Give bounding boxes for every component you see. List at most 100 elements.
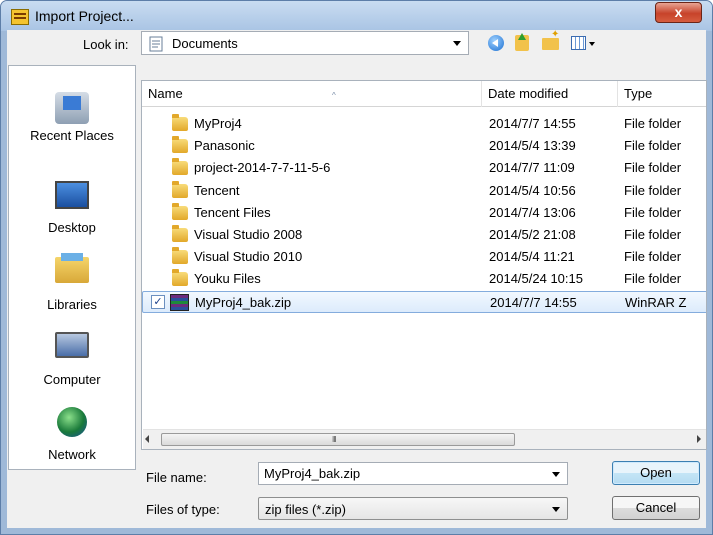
column-header-type[interactable]: Type [618, 81, 706, 107]
sort-ascending-icon: ^ [332, 91, 336, 100]
place-label: Libraries [47, 297, 97, 312]
file-row[interactable]: Panasonic 2014/5/4 13:39 File folder [142, 135, 706, 157]
file-row[interactable]: Youku Files 2014/5/24 10:15 File folder [142, 268, 706, 290]
file-type-cell: File folder [624, 271, 682, 287]
desktop-icon [55, 181, 89, 209]
place-computer[interactable]: Computer [9, 318, 135, 388]
computer-icon [55, 332, 89, 358]
horizontal-scrollbar[interactable]: III [143, 429, 706, 449]
libraries-icon [55, 253, 89, 283]
file-date-cell: 2014/5/4 13:39 [489, 138, 576, 154]
file-type-cell: File folder [624, 116, 682, 131]
view-menu-button[interactable] [570, 33, 596, 53]
folder-icon [172, 114, 188, 131]
up-folder-button[interactable] [512, 33, 532, 53]
file-row[interactable]: Visual Studio 2008 2014/5/2 21:08 File fol… [142, 224, 706, 246]
chevron-down-icon[interactable] [552, 507, 560, 512]
new-folder-icon [542, 29, 559, 50]
file-type-cell: File folder [624, 182, 682, 198]
column-header-name[interactable]: Name ^ [142, 81, 482, 107]
column-header-row: Name ^ Date modified Type [142, 81, 706, 107]
file-date-cell: 2014/7/7 14:55 [489, 116, 576, 131]
folder-icon [172, 247, 188, 265]
chevron-down-icon[interactable] [453, 41, 461, 46]
file-date-cell: 2014/5/4 11:21 [489, 249, 575, 265]
new-folder-button[interactable] [540, 29, 560, 53]
up-folder-icon [515, 33, 529, 51]
place-label: Desktop [48, 220, 96, 235]
title-bar[interactable]: Import Project... x [1, 1, 712, 31]
folder-icon [172, 136, 188, 154]
file-date-cell: 2014/5/2 21:08 [489, 227, 576, 242]
file-date-cell: 2014/7/7 11:09 [489, 160, 575, 176]
file-type-cell: WinRAR Z [625, 294, 687, 310]
file-name-combo[interactable] [258, 462, 568, 485]
file-type-cell: File folder [624, 160, 682, 176]
chevron-down-icon[interactable] [552, 472, 560, 477]
view-menu-icon [571, 36, 586, 50]
file-row[interactable]: Visual Studio 2010 2014/5/4 11:21 File fol… [142, 246, 706, 268]
folder-icon [172, 158, 188, 176]
place-recent-places[interactable]: Recent Places [9, 78, 135, 148]
folder-icon [172, 202, 188, 220]
place-network[interactable]: Network [9, 393, 135, 463]
documents-icon [149, 36, 163, 52]
file-row[interactable]: Tencent Files 2014/7/4 13:06 File folder [142, 202, 706, 224]
places-bar: Recent Places Desktop Libraries Computer… [8, 65, 136, 470]
folder-icon [172, 180, 188, 198]
file-name-cell: MyProj4 [194, 116, 242, 131]
scroll-left-icon[interactable] [145, 435, 149, 443]
chevron-down-icon [589, 42, 595, 46]
file-name-cell: MyProj4_bak.zip [195, 294, 292, 310]
back-icon [488, 35, 504, 51]
file-name-cell: Tencent [194, 182, 240, 198]
file-date-cell: 2014/5/24 10:15 [489, 271, 583, 287]
folder-icon [172, 269, 188, 287]
back-button[interactable] [486, 33, 506, 53]
file-type-label: Files of type: [146, 502, 220, 517]
look-in-label: Look in: [83, 37, 129, 52]
file-name-input[interactable] [259, 463, 539, 484]
file-row[interactable]: Tencent 2014/5/4 10:56 File folder [142, 180, 706, 202]
file-name-label: File name: [146, 470, 207, 485]
place-libraries[interactable]: Libraries [9, 241, 135, 312]
file-type-cell: File folder [624, 227, 682, 242]
window-title: Import Project... [35, 8, 134, 24]
file-name-cell: project-2014-7-7-11-5-6 [194, 160, 331, 176]
cancel-button[interactable]: Cancel [612, 496, 700, 520]
file-name-cell: Visual Studio 2008 [194, 227, 303, 242]
file-name-cell: Panasonic [194, 138, 255, 154]
file-type-cell: File folder [624, 138, 682, 154]
file-type-dropdown[interactable]: zip files (*.zip) [258, 497, 568, 520]
close-button[interactable]: x [655, 2, 702, 23]
file-type-cell: File folder [624, 249, 682, 265]
folder-icon [172, 225, 188, 242]
item-checkbox[interactable]: ✓ [151, 294, 165, 309]
network-icon [57, 407, 87, 437]
look-in-value: Documents [172, 36, 238, 51]
file-row[interactable]: ✓ MyProj4_bak.zip 2014/7/7 14:55 WinRAR Z [142, 290, 706, 313]
column-header-date[interactable]: Date modified [482, 81, 618, 107]
file-row[interactable]: project-2014-7-7-11-5-6 2014/7/7 11:09 Fil… [142, 157, 706, 179]
file-name-cell: Youku Files [194, 271, 261, 287]
place-label: Computer [43, 372, 101, 387]
file-date-cell: 2014/7/4 13:06 [489, 204, 576, 220]
place-label: Network [48, 447, 96, 462]
grip-icon: III [332, 435, 337, 444]
look-in-dropdown[interactable]: Documents [141, 31, 469, 55]
file-date-cell: 2014/7/7 14:55 [490, 294, 577, 310]
place-label: Recent Places [30, 128, 114, 143]
file-list[interactable]: Name ^ Date modified Type MyProj4 2014/7/… [141, 80, 707, 450]
winrar-archive-icon [170, 293, 189, 311]
column-header-name-label: Name [148, 86, 183, 101]
file-type-value: zip files (*.zip) [265, 502, 346, 517]
app-icon [11, 9, 29, 25]
file-row[interactable]: MyProj4 2014/7/7 14:55 File folder [142, 113, 706, 135]
open-button[interactable]: Open [612, 461, 700, 485]
file-date-cell: 2014/5/4 10:56 [489, 182, 576, 198]
file-name-cell: Tencent Files [194, 204, 271, 220]
file-type-cell: File folder [624, 204, 682, 220]
recent-places-icon [55, 92, 89, 124]
scrollbar-thumb[interactable]: III [161, 433, 515, 446]
scroll-right-icon[interactable] [697, 435, 701, 443]
